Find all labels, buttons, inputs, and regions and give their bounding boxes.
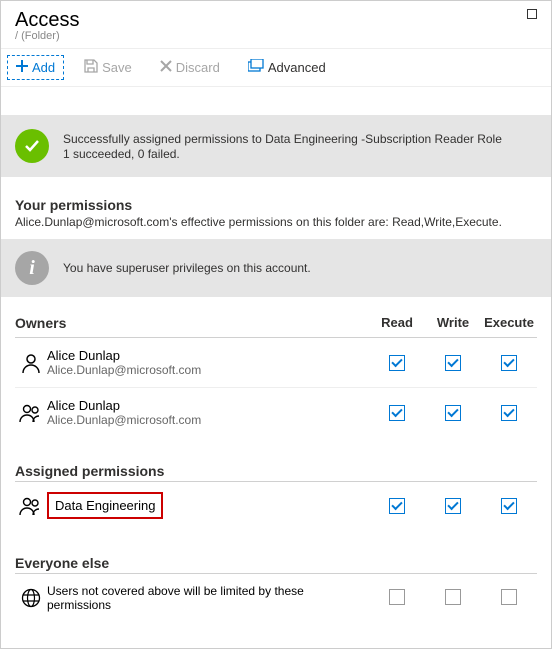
checkbox-execute[interactable] <box>501 498 517 514</box>
checkbox-write[interactable] <box>445 355 461 371</box>
toolbar: Add Save Discard Advanced <box>1 48 551 87</box>
checkbox-execute[interactable] <box>501 589 517 605</box>
checkbox-read[interactable] <box>389 589 405 605</box>
checkbox-read[interactable] <box>389 355 405 371</box>
info-message: You have superuser privileges on this ac… <box>63 261 311 275</box>
col-write: Write <box>425 315 481 331</box>
everyone-desc: Users not covered above will be limited … <box>47 584 369 612</box>
info-banner: i You have superuser privileges on this … <box>1 239 551 297</box>
col-execute: Execute <box>481 315 537 331</box>
checkbox-write[interactable] <box>445 589 461 605</box>
advanced-button[interactable]: Advanced <box>240 55 334 80</box>
table-row: Users not covered above will be limited … <box>15 573 537 622</box>
everyone-title: Everyone else <box>1 551 551 573</box>
checkbox-write[interactable] <box>445 405 461 421</box>
owner-name: Alice Dunlap <box>47 398 369 413</box>
breadcrumb: / (Folder) <box>15 30 537 42</box>
advanced-label: Advanced <box>268 60 326 75</box>
panel-header: Access / (Folder) <box>1 1 551 48</box>
col-read: Read <box>369 315 425 331</box>
your-permissions-title: Your permissions <box>1 193 551 215</box>
advanced-icon <box>248 59 264 76</box>
owner-name: Alice Dunlap <box>47 348 369 363</box>
success-message: Successfully assigned permissions to Dat… <box>63 131 502 148</box>
save-button[interactable]: Save <box>76 55 140 80</box>
close-icon <box>160 60 172 75</box>
success-detail: 1 succeeded, 0 failed. <box>63 147 502 161</box>
owners-heading: Owners <box>15 315 369 331</box>
owner-email: Alice.Dunlap@microsoft.com <box>47 363 369 377</box>
info-icon: i <box>15 251 49 285</box>
save-icon <box>84 59 98 76</box>
checkbox-read[interactable] <box>389 498 405 514</box>
table-row: Alice Dunlap Alice.Dunlap@microsoft.com <box>15 338 537 388</box>
assigned-title: Assigned permissions <box>1 459 551 481</box>
success-banner: Successfully assigned permissions to Dat… <box>1 115 551 177</box>
save-label: Save <box>102 60 132 75</box>
page-title: Access <box>15 9 537 32</box>
maximize-icon[interactable] <box>527 9 537 19</box>
discard-label: Discard <box>176 60 220 75</box>
person-icon <box>15 353 47 373</box>
table-row: Data Engineering <box>15 481 537 529</box>
group-icon <box>15 403 47 423</box>
group-icon <box>15 496 47 516</box>
add-button[interactable]: Add <box>7 55 64 80</box>
discard-button[interactable]: Discard <box>152 56 228 79</box>
everyone-table: Users not covered above will be limited … <box>1 573 551 622</box>
owners-header: Owners Read Write Execute <box>15 315 537 338</box>
owners-table: Owners Read Write Execute Alice Dunlap A… <box>1 315 551 437</box>
checkbox-execute[interactable] <box>501 405 517 421</box>
highlighted-assignment: Data Engineering <box>47 492 163 519</box>
access-panel: Access / (Folder) Add Save Discard Advan… <box>0 0 552 649</box>
plus-icon <box>16 60 28 75</box>
checkbox-write[interactable] <box>445 498 461 514</box>
add-label: Add <box>32 60 55 75</box>
assigned-table: Data Engineering <box>1 481 551 529</box>
globe-icon <box>15 588 47 608</box>
success-icon <box>15 129 49 163</box>
checkbox-read[interactable] <box>389 405 405 421</box>
owner-email: Alice.Dunlap@microsoft.com <box>47 413 369 427</box>
assigned-name: Data Engineering <box>55 498 155 513</box>
your-permissions-desc: Alice.Dunlap@microsoft.com's effective p… <box>1 215 551 239</box>
table-row: Alice Dunlap Alice.Dunlap@microsoft.com <box>15 388 537 437</box>
checkbox-execute[interactable] <box>501 355 517 371</box>
